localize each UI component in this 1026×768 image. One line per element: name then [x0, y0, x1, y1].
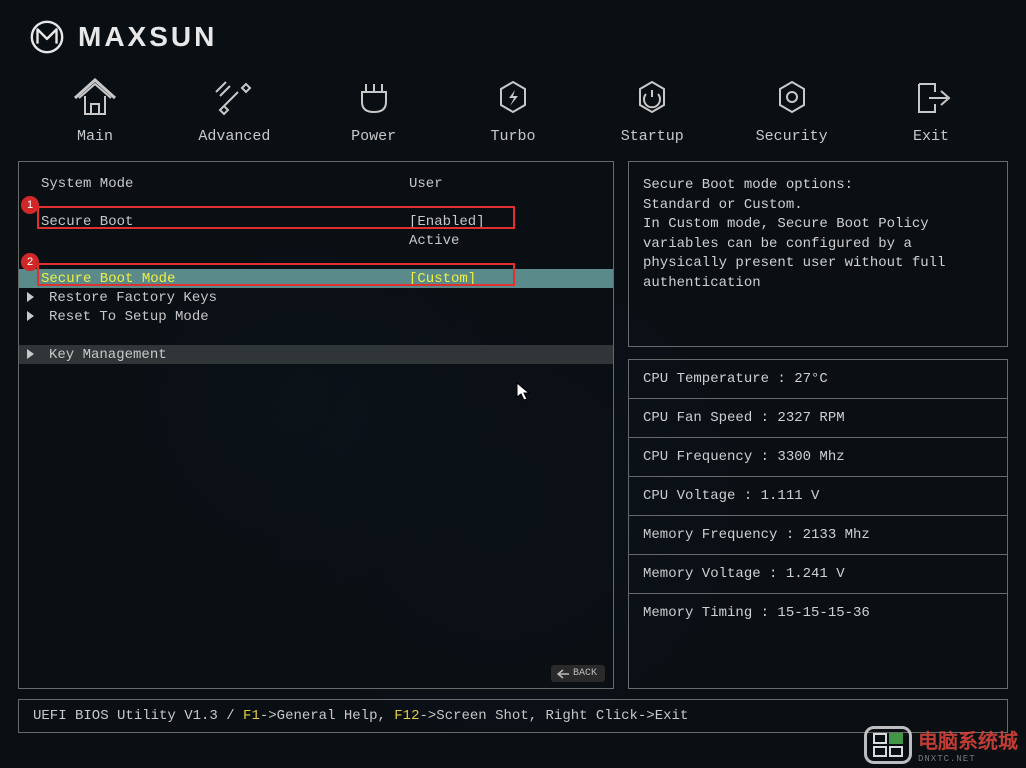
submenu-arrow-icon [27, 292, 34, 302]
brand-logo-icon [28, 18, 66, 56]
nav-startup[interactable]: Startup [597, 76, 707, 145]
stat-memory-voltage: Memory Voltage : 1.241 V [629, 555, 1007, 594]
nav-advanced[interactable]: Advanced [179, 76, 289, 145]
setting-reset-to-setup-mode[interactable]: Reset To Setup Mode [19, 307, 613, 326]
footer-f12-key: F12 [394, 708, 419, 724]
security-icon [770, 76, 814, 120]
stat-cpu-voltage: CPU Voltage : 1.111 V [629, 477, 1007, 516]
nav-power[interactable]: Power [319, 76, 429, 145]
home-icon [73, 76, 117, 120]
submenu-arrow-icon [27, 349, 34, 359]
stat-cpu-frequency: CPU Frequency : 3300 Mhz [629, 438, 1007, 477]
system-stats-panel: CPU Temperature : 27°C CPU Fan Speed : 2… [628, 359, 1008, 689]
submenu-arrow-icon [27, 311, 34, 321]
settings-panel: System Mode User Secure Boot [Enabled] A… [18, 161, 614, 689]
setting-key-management[interactable]: Key Management [19, 345, 613, 364]
footer-f1-key: F1 [243, 708, 260, 724]
windows-logo-icon [873, 733, 903, 757]
nav-exit[interactable]: Exit [876, 76, 986, 145]
exit-icon [909, 76, 953, 120]
header: MAXSUN [0, 0, 1026, 66]
footer-bar: UEFI BIOS Utility V1.3 / F1->General Hel… [18, 699, 1008, 733]
help-panel: Secure Boot mode options: Standard or Cu… [628, 161, 1008, 347]
stat-memory-frequency: Memory Frequency : 2133 Mhz [629, 516, 1007, 555]
watermark: 电脑系统城 DNXTC.NET [864, 725, 1018, 764]
system-mode-value: User [409, 176, 443, 192]
secure-boot-value: [Enabled] [409, 214, 485, 230]
setting-secure-boot-mode[interactable]: Secure Boot Mode [Custom] [19, 269, 613, 288]
turbo-icon [491, 76, 535, 120]
nav-security[interactable]: Security [737, 76, 847, 145]
help-text: Secure Boot mode options: Standard or Cu… [643, 177, 954, 291]
stat-memory-timing: Memory Timing : 15-15-15-36 [629, 594, 1007, 632]
stat-cpu-fan-speed: CPU Fan Speed : 2327 RPM [629, 399, 1007, 438]
secure-boot-status-value: Active [409, 233, 459, 249]
startup-icon [630, 76, 674, 120]
setting-system-mode: System Mode User [19, 174, 613, 193]
back-arrow-icon [557, 669, 569, 679]
top-nav: Main Advanced Power Turbo Startup Securi… [0, 66, 1026, 155]
back-button[interactable]: BACK [551, 665, 605, 682]
nav-main[interactable]: Main [40, 76, 150, 145]
setting-secure-boot-status: Active [19, 231, 613, 250]
nav-turbo[interactable]: Turbo [458, 76, 568, 145]
secure-boot-mode-value: [Custom] [409, 271, 476, 287]
setting-restore-factory-keys[interactable]: Restore Factory Keys [19, 288, 613, 307]
stat-cpu-temperature: CPU Temperature : 27°C [629, 360, 1007, 399]
setting-secure-boot[interactable]: Secure Boot [Enabled] [19, 212, 613, 231]
power-plug-icon [352, 76, 396, 120]
tools-icon [212, 76, 256, 120]
brand-name: MAXSUN [78, 21, 217, 53]
